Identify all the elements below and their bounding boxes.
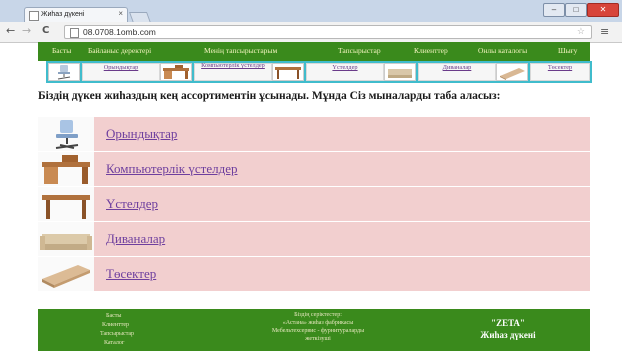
table-icon[interactable]: [38, 187, 94, 221]
maximize-button[interactable]: □: [565, 3, 587, 17]
partner-item: «Астана» жиһаз фабрикасы: [282, 320, 354, 326]
list-item-bar: [94, 257, 590, 291]
bed-thumb-icon[interactable]: [496, 63, 528, 81]
list-item-bar: [94, 222, 590, 256]
footer-link-home[interactable]: Басты: [106, 313, 121, 319]
chair-icon[interactable]: [38, 117, 94, 151]
sofa-icon[interactable]: [38, 222, 94, 256]
category-link-computer-desks[interactable]: Компьютерлік үстелдер: [198, 62, 268, 70]
category-link-chairs[interactable]: Орындықтар: [86, 64, 156, 72]
list-item-bar: [94, 187, 590, 221]
category-link-sofas[interactable]: Диваналар: [422, 64, 492, 72]
tab-title: Жиһаз дүкені: [41, 11, 85, 18]
list-item: Орындықтар: [38, 117, 590, 152]
table-thumb-icon[interactable]: [272, 63, 304, 81]
list-item: Компьютерлік үстелдер: [38, 152, 590, 187]
list-link-tables[interactable]: Үстелдер: [106, 196, 158, 212]
list-link-beds[interactable]: Төсектер: [106, 266, 156, 282]
bookmark-star-icon[interactable]: ☆: [577, 26, 585, 37]
list-item: Төсектер: [38, 257, 590, 292]
partner-item: жеткізуші: [305, 336, 331, 342]
computer-desk-icon[interactable]: [38, 152, 94, 186]
minimize-button[interactable]: –: [543, 3, 565, 17]
browser-menu-icon[interactable]: ≡: [600, 25, 609, 38]
chair-thumb-icon[interactable]: [48, 63, 80, 81]
list-link-computer-desks[interactable]: Компьютерлік үстелдер: [106, 161, 237, 177]
list-link-sofas[interactable]: Диваналар: [106, 231, 165, 247]
reload-icon[interactable]: C: [42, 25, 49, 36]
page-favicon-icon: [29, 11, 39, 21]
window-titlebar: Жиһаз дүкені × – □ ✕: [0, 0, 622, 23]
browser-toolbar: ← → C 08.0708.1omb.com ☆ ≡: [0, 22, 622, 43]
sofa-thumb-icon[interactable]: [384, 63, 416, 81]
category-link-beds[interactable]: Төсектер: [532, 64, 588, 72]
site-footer: Басты Клиенттер Тапсырыстар Каталог Бізд…: [38, 309, 590, 351]
tab-close-icon[interactable]: ×: [118, 9, 123, 18]
footer-link-catalog[interactable]: Каталог: [104, 340, 124, 346]
footer-link-orders[interactable]: Тапсырыстар: [100, 331, 134, 337]
list-item: Үстелдер: [38, 187, 590, 222]
footer-link-clients[interactable]: Клиенттер: [102, 322, 129, 328]
nav-clients[interactable]: Клиенттер: [414, 46, 448, 55]
nav-contacts[interactable]: Байланыс деректері: [88, 46, 151, 55]
back-arrow-icon[interactable]: ←: [6, 24, 15, 37]
close-window-button[interactable]: ✕: [587, 3, 619, 17]
page-content: Басты Байланыс деректері Менің тапсырыст…: [38, 42, 592, 351]
forward-arrow-icon[interactable]: →: [22, 24, 31, 37]
computer-desk-thumb-icon[interactable]: [160, 63, 192, 81]
nav-catalog[interactable]: Онлы каталогы: [478, 46, 527, 55]
address-bar[interactable]: 08.0708.1omb.com ☆: [64, 25, 592, 39]
address-text: 08.0708.1omb.com: [83, 27, 156, 37]
intro-heading: Біздің дүкен жиһаздың кең ассортиментін …: [38, 90, 501, 102]
bed-icon[interactable]: [38, 257, 94, 291]
category-link-tables[interactable]: Үстелдер: [310, 64, 380, 72]
nav-my-orders[interactable]: Менің тапсырыстарым: [204, 46, 277, 55]
list-item: Диваналар: [38, 222, 590, 257]
nav-orders[interactable]: Тапсырыстар: [338, 46, 381, 55]
top-navigation: Басты Байланыс деректері Менің тапсырыст…: [38, 42, 590, 61]
brand-name: "ZETA": [491, 318, 525, 328]
brand-subtitle: Жиһаз дүкені: [480, 330, 536, 340]
partner-item: Мебельтехсервис - фурнитураларды: [271, 328, 365, 334]
browser-tab[interactable]: Жиһаз дүкені ×: [24, 7, 128, 22]
partners-title: Біздің серіктестер:: [294, 312, 342, 318]
nav-home[interactable]: Басты: [52, 46, 71, 55]
category-bar: Орындықтар Компьютерлік үстелдер Үстелде…: [46, 61, 592, 83]
nav-logout[interactable]: Шығу: [558, 46, 577, 55]
page-icon: [70, 28, 79, 38]
list-link-chairs[interactable]: Орындықтар: [106, 126, 177, 142]
